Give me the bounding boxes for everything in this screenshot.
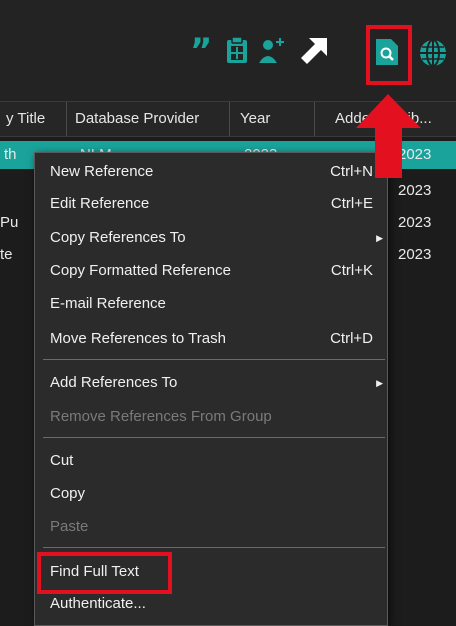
clipboard-add-icon[interactable] <box>223 36 251 64</box>
menu-item-label: Copy <box>50 485 86 502</box>
endnote-window: ” y Title Database Provider Year Added t… <box>0 0 456 626</box>
quote-icon[interactable]: ” <box>189 36 217 64</box>
find-full-text-menu-highlight <box>37 552 172 594</box>
menu-separator <box>43 359 385 360</box>
menu-item-move-to-trash[interactable]: Move References to Trash Ctrl+D <box>35 324 387 354</box>
row-added-cell: 2023 <box>398 214 432 231</box>
reference-list-header: y Title Database Provider Year Added to … <box>0 101 456 137</box>
menu-item-remove-from-group: Remove References From Group <box>35 402 387 432</box>
share-arrow-icon[interactable] <box>301 36 329 64</box>
menu-separator <box>43 547 385 548</box>
menu-item-shortcut: Ctrl+D <box>330 330 373 347</box>
menu-item-copy-formatted-reference[interactable]: Copy Formatted Reference Ctrl+K <box>35 256 387 286</box>
menu-item-copy[interactable]: Copy <box>35 479 387 509</box>
menu-item-label: Remove References From Group <box>50 408 272 425</box>
row-title-cell: Pu <box>0 214 19 231</box>
column-header-database-provider[interactable]: Database Provider <box>67 102 230 136</box>
toolbar: ” <box>0 0 456 101</box>
menu-item-label: Edit Reference <box>50 195 150 212</box>
menu-item-add-references-to[interactable]: Add References To ▶ <box>35 368 387 398</box>
menu-item-paste: Paste <box>35 512 387 542</box>
menu-item-shortcut: Ctrl+N <box>330 163 373 180</box>
menu-separator <box>43 437 385 438</box>
column-header-title[interactable]: y Title <box>0 102 67 136</box>
submenu-arrow-icon: ▶ <box>376 233 383 243</box>
menu-item-label: Move References to Trash <box>50 330 226 347</box>
menu-item-email-reference[interactable]: E-mail Reference <box>35 289 387 319</box>
menu-item-copy-references-to[interactable]: Copy References To ▶ <box>35 223 387 253</box>
row-title-cell: th <box>4 146 17 163</box>
row-added-cell: 2023 <box>398 146 432 163</box>
menu-item-shortcut: Ctrl+K <box>330 262 373 279</box>
row-title-cell: te <box>0 246 13 263</box>
menu-item-new-reference[interactable]: New Reference Ctrl+N <box>35 157 387 187</box>
add-user-icon[interactable] <box>257 36 285 64</box>
menu-item-label: Copy Formatted Reference <box>50 262 231 279</box>
row-added-cell: 2023 <box>398 182 432 199</box>
row-added-cell: 2023 <box>398 246 432 263</box>
menu-item-label: New Reference <box>50 163 154 180</box>
menu-item-edit-reference[interactable]: Edit Reference Ctrl+E <box>35 189 387 219</box>
menu-item-label: Paste <box>50 518 89 535</box>
menu-item-label: E-mail Reference <box>50 295 166 312</box>
menu-item-label: Cut <box>50 452 74 469</box>
menu-item-label: Add References To <box>50 374 178 391</box>
svg-text:”: ” <box>190 36 212 64</box>
column-header-added-to-library[interactable]: Added to Lib... <box>315 102 456 136</box>
globe-icon[interactable] <box>418 38 448 68</box>
menu-item-cut[interactable]: Cut <box>35 446 387 476</box>
column-header-year[interactable]: Year <box>230 102 315 136</box>
submenu-arrow-icon: ▶ <box>376 378 383 388</box>
find-full-text-highlight <box>366 25 412 85</box>
menu-item-shortcut: Ctrl+E <box>330 195 373 212</box>
menu-item-label: Copy References To <box>50 229 186 246</box>
